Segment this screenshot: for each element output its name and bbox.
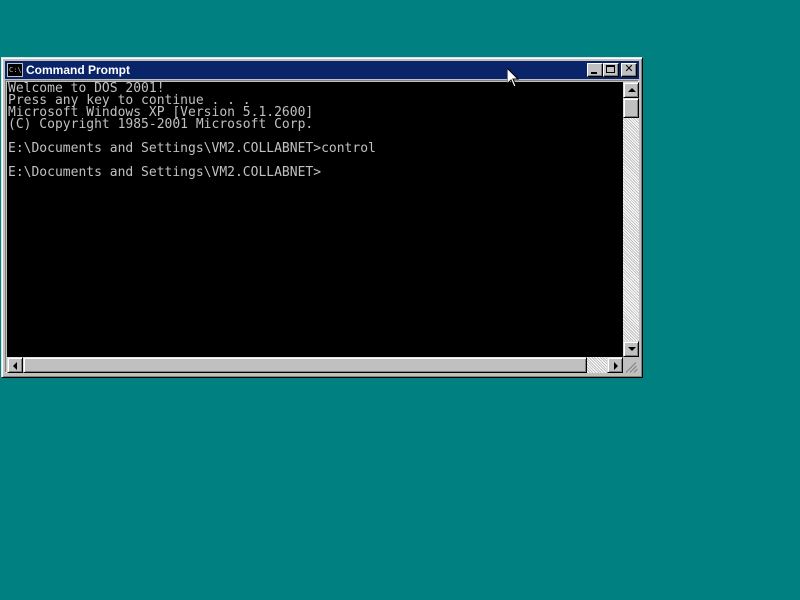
window-title: Command Prompt [26,63,131,77]
vertical-scrollbar[interactable] [623,82,639,357]
arrow-down-icon [628,347,636,351]
console-prompt-line: E:\Documents and Settings\VM2.COLLABNET> [8,165,322,180]
scroll-down-button[interactable] [623,341,639,357]
scroll-up-button[interactable] [623,82,639,98]
console-line: (C) Copyright 1985-2001 Microsoft Corp. [8,117,314,132]
close-icon: ✕ [624,62,634,75]
close-button[interactable]: ✕ [621,63,637,77]
scroll-right-button[interactable] [607,357,623,373]
minimize-icon [591,72,597,74]
arrow-left-icon [13,362,17,370]
horizontal-scrollbar[interactable] [7,357,623,373]
resize-grip[interactable] [623,357,639,373]
maximize-button[interactable] [603,63,619,77]
console-output[interactable]: Welcome to DOS 2001! Press any key to co… [7,82,623,357]
command-prompt-window[interactable]: C:\ Command Prompt ✕ Welcome to DOS 2001… [1,57,643,378]
arrow-right-icon [614,362,618,370]
title-bar[interactable]: C:\ Command Prompt ✕ [5,61,639,79]
scroll-left-button[interactable] [7,357,23,373]
mouse-pointer-icon [507,68,519,88]
horizontal-scroll-thumb[interactable] [23,357,587,373]
minimize-button[interactable] [587,63,603,77]
console-line: E:\Documents and Settings\VM2.COLLABNET>… [8,141,376,156]
console-frame: Welcome to DOS 2001! Press any key to co… [5,80,639,373]
arrow-up-icon [628,88,636,92]
maximize-icon [606,65,615,73]
command-prompt-icon[interactable]: C:\ [7,63,23,77]
vertical-scroll-thumb[interactable] [623,98,639,118]
